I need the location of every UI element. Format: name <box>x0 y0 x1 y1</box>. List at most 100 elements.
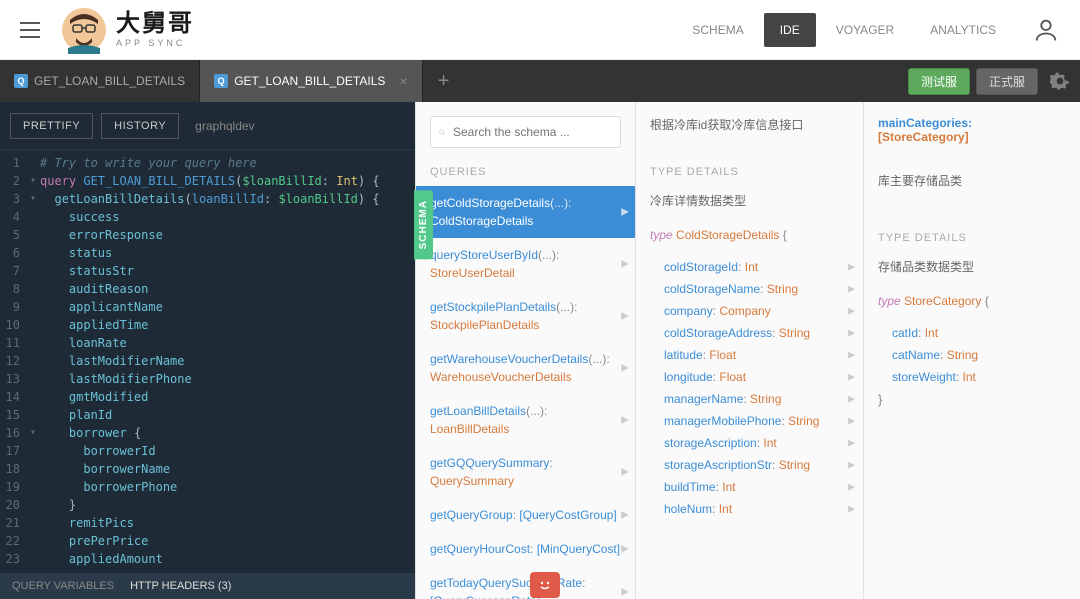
code-line[interactable]: 23 appliedAmount <box>0 550 415 568</box>
type-desc: 冷库详情数据类型 <box>636 186 863 214</box>
chevron-right-icon: ▶ <box>848 350 855 361</box>
chevron-right-icon: ▶ <box>848 306 855 317</box>
history-button[interactable]: HISTORY <box>101 113 179 139</box>
code-line[interactable]: 10 appliedTime <box>0 316 415 334</box>
type-field[interactable]: managerName: String▶ <box>636 388 863 410</box>
code-line[interactable]: 22 prePerPrice <box>0 532 415 550</box>
nested-type-desc: 存储品类数据类型 <box>864 252 1080 280</box>
type-field[interactable]: coldStorageId: Int▶ <box>636 256 863 278</box>
http-headers-tab[interactable]: HTTP HEADERS (3) <box>130 580 231 592</box>
nav-schema[interactable]: SCHEMA <box>676 13 759 47</box>
query-item[interactable]: getTodayQuerySuccessRate: [QuerySuccessR… <box>416 566 635 599</box>
type-field[interactable]: coldStorageName: String▶ <box>636 278 863 300</box>
nav-ide[interactable]: IDE <box>764 13 816 47</box>
code-line[interactable]: 19 borrowerPhone <box>0 478 415 496</box>
queries-column: QUERIES getColdStorageDetails(...): Cold… <box>415 102 635 599</box>
code-line[interactable]: 20 } <box>0 496 415 514</box>
top-nav: SCHEMAIDEVOYAGERANALYTICS <box>676 13 1012 47</box>
code-line[interactable]: 1# Try to write your query here <box>0 154 415 172</box>
query-item[interactable]: getGQQuerySummary: QuerySummary▶ <box>416 446 635 498</box>
query-item[interactable]: getWarehouseVoucherDetails(...): Warehou… <box>416 342 635 394</box>
chevron-right-icon: ▶ <box>848 482 855 493</box>
query-item[interactable]: getQueryHourCost: [MinQueryCost]▶ <box>416 532 635 566</box>
schema-search[interactable] <box>430 116 621 148</box>
code-line[interactable]: 18 borrowerName <box>0 460 415 478</box>
code-editor[interactable]: 1# Try to write your query here2▾query G… <box>0 150 415 573</box>
nav-voyager[interactable]: VOYAGER <box>820 13 910 47</box>
tab-label: GET_LOAN_BILL_DETAILS <box>34 74 185 88</box>
gear-icon[interactable] <box>1050 71 1070 91</box>
endpoint-label: graphqldev <box>195 119 254 133</box>
logo-subtitle: APP SYNC <box>116 38 194 48</box>
type-field[interactable]: storageAscription: Int▶ <box>636 432 863 454</box>
type-column: 根据冷库id获取冷库信息接口 TYPE DETAILS 冷库详情数据类型 typ… <box>635 102 863 599</box>
code-line[interactable]: 16▾ borrower { <box>0 424 415 442</box>
code-line[interactable]: 4 success <box>0 208 415 226</box>
query-variables-tab[interactable]: QUERY VARIABLES <box>12 580 114 592</box>
code-line[interactable]: 14 gmtModified <box>0 388 415 406</box>
user-icon[interactable] <box>1032 16 1060 44</box>
chevron-right-icon: ▶ <box>848 328 855 339</box>
nested-type-signature: type StoreCategory { <box>864 280 1080 322</box>
type-field[interactable]: company: Company▶ <box>636 300 863 322</box>
chevron-right-icon: ▶ <box>621 257 629 272</box>
env-test-button[interactable]: 测试服 <box>908 68 970 95</box>
schema-toggle[interactable]: SCHEMA <box>414 190 433 259</box>
type-field[interactable]: managerMobilePhone: String▶ <box>636 410 863 432</box>
query-item[interactable]: getQueryGroup: [QueryCostGroup]▶ <box>416 498 635 532</box>
menu-icon[interactable] <box>20 22 40 38</box>
code-line[interactable]: 15 planId <box>0 406 415 424</box>
query-tab[interactable]: QGET_LOAN_BILL_DETAILS× <box>200 60 422 102</box>
nested-type-column: mainCategories: [StoreCategory] 库主要存储品类 … <box>863 102 1080 599</box>
query-item[interactable]: getStockpilePlanDetails(...): StockpileP… <box>416 290 635 342</box>
type-field[interactable]: buildTime: Int▶ <box>636 476 863 498</box>
chevron-right-icon: ▶ <box>621 205 629 220</box>
chevron-right-icon: ▶ <box>848 394 855 405</box>
env-prod-button[interactable]: 正式服 <box>976 68 1038 95</box>
chevron-right-icon: ▶ <box>621 465 629 480</box>
code-line[interactable]: 3▾ getLoanBillDetails(loanBillId: $loanB… <box>0 190 415 208</box>
type-signature: type ColdStorageDetails { <box>636 214 863 256</box>
query-item[interactable]: getLoanBillDetails(...): LoanBillDetails… <box>416 394 635 446</box>
chat-icon[interactable] <box>530 572 560 598</box>
code-line[interactable]: 17 borrowerId <box>0 442 415 460</box>
type-field[interactable]: storeWeight: Int <box>864 366 1080 388</box>
code-line[interactable]: 6 status <box>0 244 415 262</box>
code-line[interactable]: 13 lastModifierPhone <box>0 370 415 388</box>
code-line[interactable]: 7 statusStr <box>0 262 415 280</box>
logo[interactable]: 大舅哥 APP SYNC <box>60 6 194 54</box>
main-area: PRETTIFY HISTORY graphqldev 1# Try to wr… <box>0 102 1080 599</box>
code-line[interactable]: 9 applicantName <box>0 298 415 316</box>
code-line[interactable]: 8 auditReason <box>0 280 415 298</box>
code-line[interactable]: 12 lastModifierName <box>0 352 415 370</box>
type-field[interactable]: coldStorageAddress: String▶ <box>636 322 863 344</box>
type-field[interactable]: holeNum: Int▶ <box>636 498 863 520</box>
tab-bar: QGET_LOAN_BILL_DETAILSQGET_LOAN_BILL_DET… <box>0 60 1080 102</box>
prettify-button[interactable]: PRETTIFY <box>10 113 93 139</box>
type-field[interactable]: catId: Int <box>864 322 1080 344</box>
chevron-right-icon: ▶ <box>621 542 629 557</box>
code-line[interactable]: 21 remitPics <box>0 514 415 532</box>
search-input[interactable] <box>449 121 612 143</box>
schema-explorer: QUERIES getColdStorageDetails(...): Cold… <box>415 102 1080 599</box>
type-field[interactable]: longitude: Float▶ <box>636 366 863 388</box>
query-editor-panel: PRETTIFY HISTORY graphqldev 1# Try to wr… <box>0 102 415 599</box>
nav-analytics[interactable]: ANALYTICS <box>914 13 1012 47</box>
field-description: 库主要存储品类 <box>864 158 1080 194</box>
query-item[interactable]: queryStoreUserById(...): StoreUserDetail… <box>416 238 635 290</box>
code-line[interactable]: 11 loanRate <box>0 334 415 352</box>
type-field[interactable]: catName: String <box>864 344 1080 366</box>
type-field[interactable]: latitude: Float▶ <box>636 344 863 366</box>
query-tab[interactable]: QGET_LOAN_BILL_DETAILS <box>0 60 200 102</box>
code-line[interactable]: 2▾query GET_LOAN_BILL_DETAILS($loanBillI… <box>0 172 415 190</box>
chevron-right-icon: ▶ <box>848 504 855 515</box>
new-tab-button[interactable]: + <box>423 60 465 102</box>
close-icon[interactable]: × <box>399 73 407 89</box>
app-header: 大舅哥 APP SYNC SCHEMAIDEVOYAGERANALYTICS <box>0 0 1080 60</box>
chevron-right-icon: ▶ <box>621 585 629 599</box>
type-field[interactable]: storageAscriptionStr: String▶ <box>636 454 863 476</box>
code-line[interactable]: 5 errorResponse <box>0 226 415 244</box>
chevron-right-icon: ▶ <box>621 309 629 324</box>
query-description: 根据冷库id获取冷库信息接口 <box>636 102 863 138</box>
query-item[interactable]: getColdStorageDetails(...): ColdStorageD… <box>416 186 635 238</box>
